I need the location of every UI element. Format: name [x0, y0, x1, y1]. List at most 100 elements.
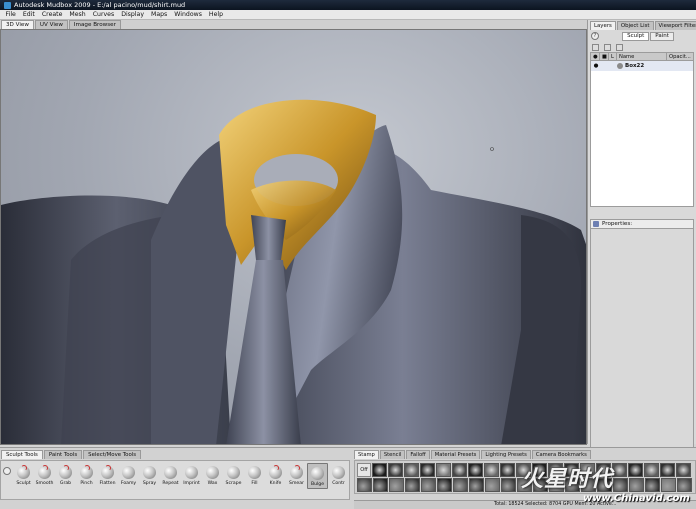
properties-header: Properties: — [590, 219, 694, 229]
stamp-thumbnail[interactable] — [421, 478, 436, 492]
app-logo-icon — [4, 1, 11, 9]
stamp-thumbnail[interactable] — [484, 463, 499, 477]
menu-windows[interactable]: Windows — [171, 10, 206, 20]
new-layer-icon[interactable] — [592, 43, 599, 51]
menu-create[interactable]: Create — [38, 10, 66, 20]
tool-label: Bulge — [310, 482, 325, 487]
tab-stencil[interactable]: Stencil — [379, 450, 406, 459]
tab-image-browser[interactable]: Image Browser — [68, 20, 121, 29]
menu-help[interactable]: Help — [205, 10, 226, 20]
menu-mesh[interactable]: Mesh — [66, 10, 89, 20]
tool-grab[interactable]: Grab — [55, 463, 76, 487]
tool-label: Wax — [207, 481, 218, 486]
help-icon[interactable]: ? — [591, 32, 599, 40]
knife-tool-icon — [269, 465, 282, 479]
tab-object-list[interactable]: Object List — [616, 21, 654, 30]
sculpt-mode-button[interactable]: Sculpt — [622, 31, 650, 41]
tool-bulge[interactable]: Bulge — [307, 463, 328, 489]
tool-imprint[interactable]: Imprint — [181, 463, 202, 487]
menu-maps[interactable]: Maps — [148, 10, 171, 20]
tab-material-presets[interactable]: Material Presets — [430, 450, 481, 459]
tool-contrast[interactable]: Contr — [328, 463, 349, 487]
spray-tool-icon — [143, 466, 156, 479]
wax-tool-icon — [206, 466, 219, 479]
stamp-thumbnail[interactable] — [469, 478, 484, 492]
tool-spray[interactable]: Spray — [139, 463, 160, 487]
contrast-tool-icon — [332, 466, 345, 479]
tool-scrape[interactable]: Scrape — [223, 463, 244, 487]
stamp-thumbnail[interactable] — [405, 478, 420, 492]
tab-3d-view[interactable]: 3D View — [1, 20, 34, 29]
smear-tool-icon — [290, 465, 303, 479]
menu-curves[interactable]: Curves — [89, 10, 117, 20]
properties-icon — [593, 221, 599, 227]
stamp-thumbnail[interactable] — [485, 478, 500, 492]
3d-viewport[interactable] — [0, 29, 587, 445]
tray-options-icon[interactable] — [3, 467, 11, 475]
tab-sculpt-tools[interactable]: Sculpt Tools — [1, 450, 43, 459]
paint-mode-button[interactable]: Paint — [650, 31, 674, 41]
smooth-tool-icon — [38, 465, 51, 479]
flatten-tool-icon — [101, 465, 114, 479]
tool-label: Scrape — [225, 481, 242, 486]
layers-table-header: ● ■ L Name Opacit... — [590, 52, 694, 61]
tool-label: Sculpt — [16, 481, 31, 486]
tool-knife[interactable]: Knife — [265, 463, 286, 487]
properties-title: Properties: — [602, 221, 633, 227]
tab-layers[interactable]: Layers — [590, 21, 616, 30]
stamp-thumbnail[interactable] — [420, 463, 435, 477]
stamp-thumbnail[interactable] — [453, 478, 468, 492]
tool-smooth[interactable]: Smooth — [34, 463, 55, 487]
tool-repeat[interactable]: Repeat — [160, 463, 181, 487]
stamp-thumbnail[interactable] — [404, 463, 419, 477]
menu-display[interactable]: Display — [118, 10, 148, 20]
duplicate-layer-icon[interactable] — [604, 43, 611, 51]
tool-fill[interactable]: Fill — [244, 463, 265, 487]
mesh-icon — [617, 63, 623, 69]
stamp-thumbnail[interactable] — [373, 478, 388, 492]
tool-label: Grab — [59, 481, 72, 486]
tool-foamy[interactable]: Foamy — [118, 463, 139, 487]
tool-label: Smear — [289, 481, 304, 486]
tab-uv-view[interactable]: UV View — [34, 20, 68, 29]
column-name: Name — [617, 53, 667, 60]
tab-lighting-presets[interactable]: Lighting Presets — [481, 450, 531, 459]
window-title: Autodesk Mudbox 2009 - E:/al pacino/mud/… — [14, 1, 186, 9]
menu-bar: File Edit Create Mesh Curves Display Map… — [0, 10, 696, 20]
tab-camera-bookmarks[interactable]: Camera Bookmarks — [531, 450, 591, 459]
tab-select-move-tools[interactable]: Select/Move Tools — [83, 450, 142, 459]
tool-pinch[interactable]: Pinch — [76, 463, 97, 487]
tool-label: Foamy — [120, 481, 137, 486]
tab-paint-tools[interactable]: Paint Tools — [43, 450, 83, 459]
stamp-thumbnail[interactable] — [468, 463, 483, 477]
stamp-thumbnail[interactable] — [452, 463, 467, 477]
menu-edit[interactable]: Edit — [19, 10, 38, 20]
stamp-off-button[interactable]: Off — [357, 463, 371, 477]
tab-viewport-filters[interactable]: Viewport Filters — [654, 21, 696, 30]
fill-tool-icon — [248, 466, 261, 479]
menu-file[interactable]: File — [2, 10, 19, 20]
tool-label: Flatten — [99, 481, 116, 486]
column-opacity: Opacit... — [669, 54, 691, 60]
tab-stamp[interactable]: Stamp — [354, 450, 379, 459]
tab-falloff[interactable]: Falloff — [406, 450, 430, 459]
stamp-thumbnail[interactable] — [372, 463, 387, 477]
layer-mode-toolbar: ? Sculpt Paint — [588, 30, 696, 42]
tool-smear[interactable]: Smear — [286, 463, 307, 487]
title-bar: Autodesk Mudbox 2009 - E:/al pacino/mud/… — [0, 0, 696, 10]
layer-row[interactable]: ● Box22 — [591, 61, 693, 71]
stamp-thumbnail[interactable] — [388, 463, 403, 477]
stamp-thumbnail[interactable] — [357, 478, 372, 492]
stamp-thumbnail[interactable] — [389, 478, 404, 492]
suit-model — [1, 99, 586, 444]
stamp-thumbnail[interactable] — [437, 478, 452, 492]
tool-sculpt[interactable]: Sculpt — [13, 463, 34, 487]
tool-wax[interactable]: Wax — [202, 463, 223, 487]
stamp-thumbnail[interactable] — [436, 463, 451, 477]
eye-icon[interactable]: ● — [591, 63, 601, 69]
delete-layer-icon[interactable] — [616, 43, 623, 51]
scrape-tool-icon — [227, 466, 240, 479]
tool-flatten[interactable]: Flatten — [97, 463, 118, 487]
repeat-tool-icon — [164, 466, 177, 479]
grab-tool-icon — [59, 465, 72, 479]
